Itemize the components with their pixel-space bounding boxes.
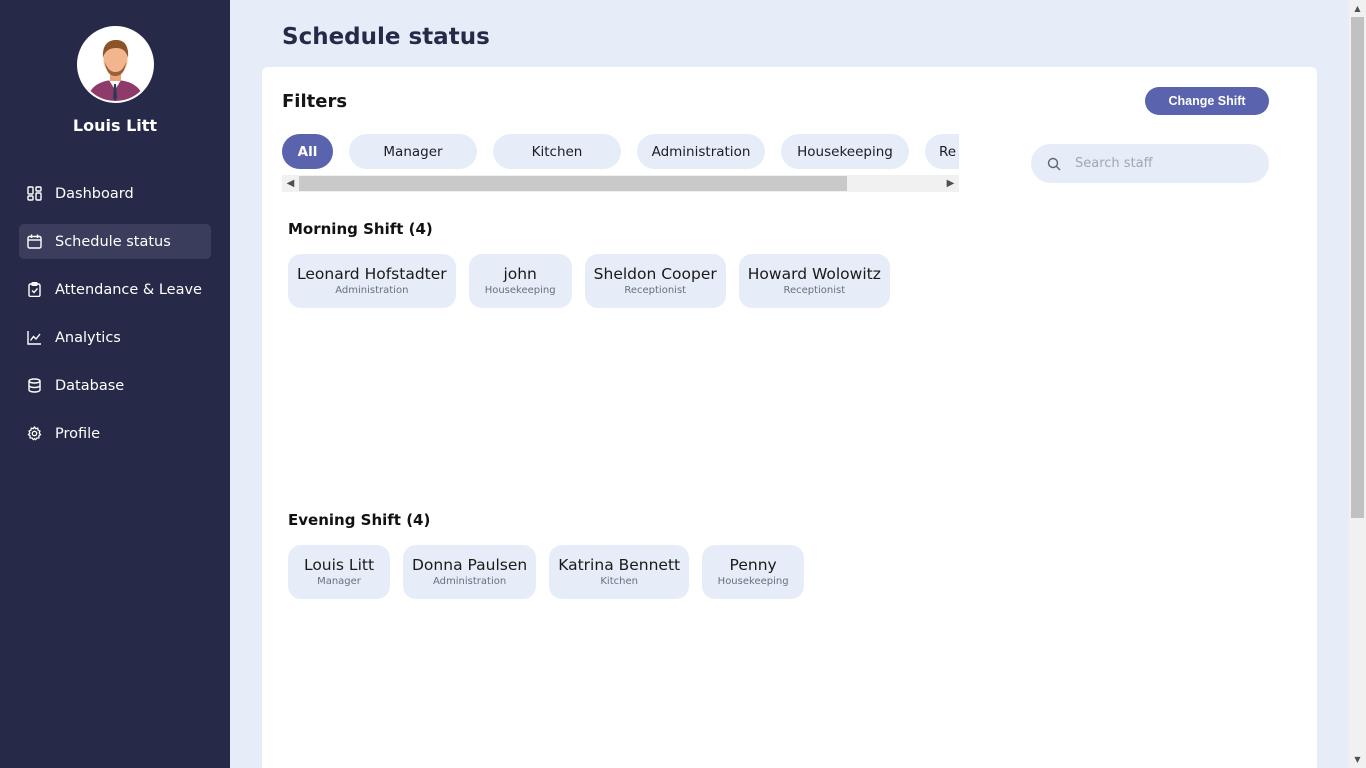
morning-shift-staff: Leonard Hofstadter Administration john H…: [288, 254, 890, 308]
staff-card[interactable]: Katrina Bennett Kitchen: [549, 545, 690, 599]
filter-chip-manager[interactable]: Manager: [349, 134, 477, 169]
staff-role: Receptionist: [624, 284, 687, 296]
staff-name: Donna Paulsen: [412, 555, 528, 574]
sidebar-item-label: Schedule status: [55, 233, 171, 250]
calendar-icon: [26, 234, 42, 250]
staff-name: Katrina Bennett: [558, 555, 681, 574]
staff-name: Sheldon Cooper: [593, 264, 717, 283]
search-input[interactable]: [1075, 156, 1245, 171]
database-icon: [26, 378, 42, 394]
schedule-card: Filters Change Shift All Manager Kitchen…: [262, 67, 1317, 768]
filter-chip-housekeeping[interactable]: Housekeeping: [781, 134, 909, 169]
page-scrollbar[interactable]: ▲ ▼: [1349, 0, 1366, 768]
sidebar-item-label: Analytics: [55, 329, 121, 346]
staff-name: Louis Litt: [303, 555, 375, 574]
staff-card[interactable]: Leonard Hofstadter Administration: [288, 254, 456, 308]
search-icon: [1047, 157, 1061, 171]
sidebar-item-label: Profile: [55, 425, 101, 442]
staff-card[interactable]: Sheldon Cooper Receptionist: [584, 254, 726, 308]
filter-chip-receptionist[interactable]: Re: [925, 134, 959, 169]
change-shift-button[interactable]: Change Shift: [1145, 87, 1269, 115]
staff-card[interactable]: Penny Housekeeping: [702, 545, 805, 599]
sidebar-item-profile[interactable]: Profile: [19, 416, 211, 451]
sidebar: Louis Litt Dashboard Schedule status Att…: [0, 0, 230, 768]
staff-role: Manager: [317, 575, 361, 587]
filter-chips-scrollbar[interactable]: ◀ ▶: [282, 175, 959, 192]
page-scrollbar-thumb[interactable]: [1351, 17, 1364, 518]
morning-shift-title: Morning Shift (4): [288, 220, 433, 238]
sidebar-item-label: Attendance & Leave: [55, 281, 202, 298]
filters-title: Filters: [282, 91, 348, 112]
staff-name: Howard Wolowitz: [747, 264, 881, 283]
staff-role: Housekeeping: [484, 284, 556, 296]
page-title: Schedule status: [282, 24, 490, 50]
search-box: [1031, 144, 1269, 183]
staff-name: john: [503, 264, 537, 283]
line-chart-icon: [26, 330, 42, 346]
filter-chip-all[interactable]: All: [282, 134, 333, 169]
staff-name: Leonard Hofstadter: [297, 264, 447, 283]
filter-chips: All Manager Kitchen Administration House…: [282, 134, 959, 170]
filter-chip-kitchen[interactable]: Kitchen: [493, 134, 621, 169]
scroll-right-icon[interactable]: ▶: [942, 175, 959, 192]
gear-icon: [26, 426, 42, 442]
sidebar-item-analytics[interactable]: Analytics: [19, 320, 211, 355]
user-name: Louis Litt: [72, 116, 158, 135]
scrollbar-thumb[interactable]: [299, 176, 847, 191]
sidebar-item-dashboard[interactable]: Dashboard: [19, 176, 211, 211]
staff-card[interactable]: Donna Paulsen Administration: [403, 545, 537, 599]
sidebar-item-schedule-status[interactable]: Schedule status: [19, 224, 211, 259]
scroll-down-icon[interactable]: ▼: [1349, 751, 1366, 768]
filter-chip-administration[interactable]: Administration: [637, 134, 765, 169]
scroll-left-icon[interactable]: ◀: [282, 175, 299, 192]
sidebar-item-attendance-leave[interactable]: Attendance & Leave: [19, 272, 211, 307]
sidebar-item-database[interactable]: Database: [19, 368, 211, 403]
dashboard-icon: [26, 186, 42, 202]
user-avatar-icon[interactable]: [77, 26, 154, 103]
staff-role: Administration: [433, 575, 507, 587]
staff-role: Housekeeping: [717, 575, 789, 587]
staff-name: Penny: [729, 555, 777, 574]
staff-card[interactable]: Howard Wolowitz Receptionist: [738, 254, 890, 308]
evening-shift-title: Evening Shift (4): [288, 511, 431, 529]
staff-card[interactable]: Louis Litt Manager: [288, 545, 390, 599]
staff-role: Receptionist: [783, 284, 846, 296]
clipboard-check-icon: [26, 282, 42, 298]
staff-role: Administration: [335, 284, 409, 296]
staff-role: Kitchen: [600, 575, 638, 587]
scroll-up-icon[interactable]: ▲: [1349, 0, 1366, 17]
sidebar-item-label: Dashboard: [55, 185, 134, 202]
staff-card[interactable]: john Housekeeping: [468, 254, 572, 308]
sidebar-item-label: Database: [55, 377, 125, 394]
evening-shift-staff: Louis Litt Manager Donna Paulsen Adminis…: [288, 545, 805, 599]
